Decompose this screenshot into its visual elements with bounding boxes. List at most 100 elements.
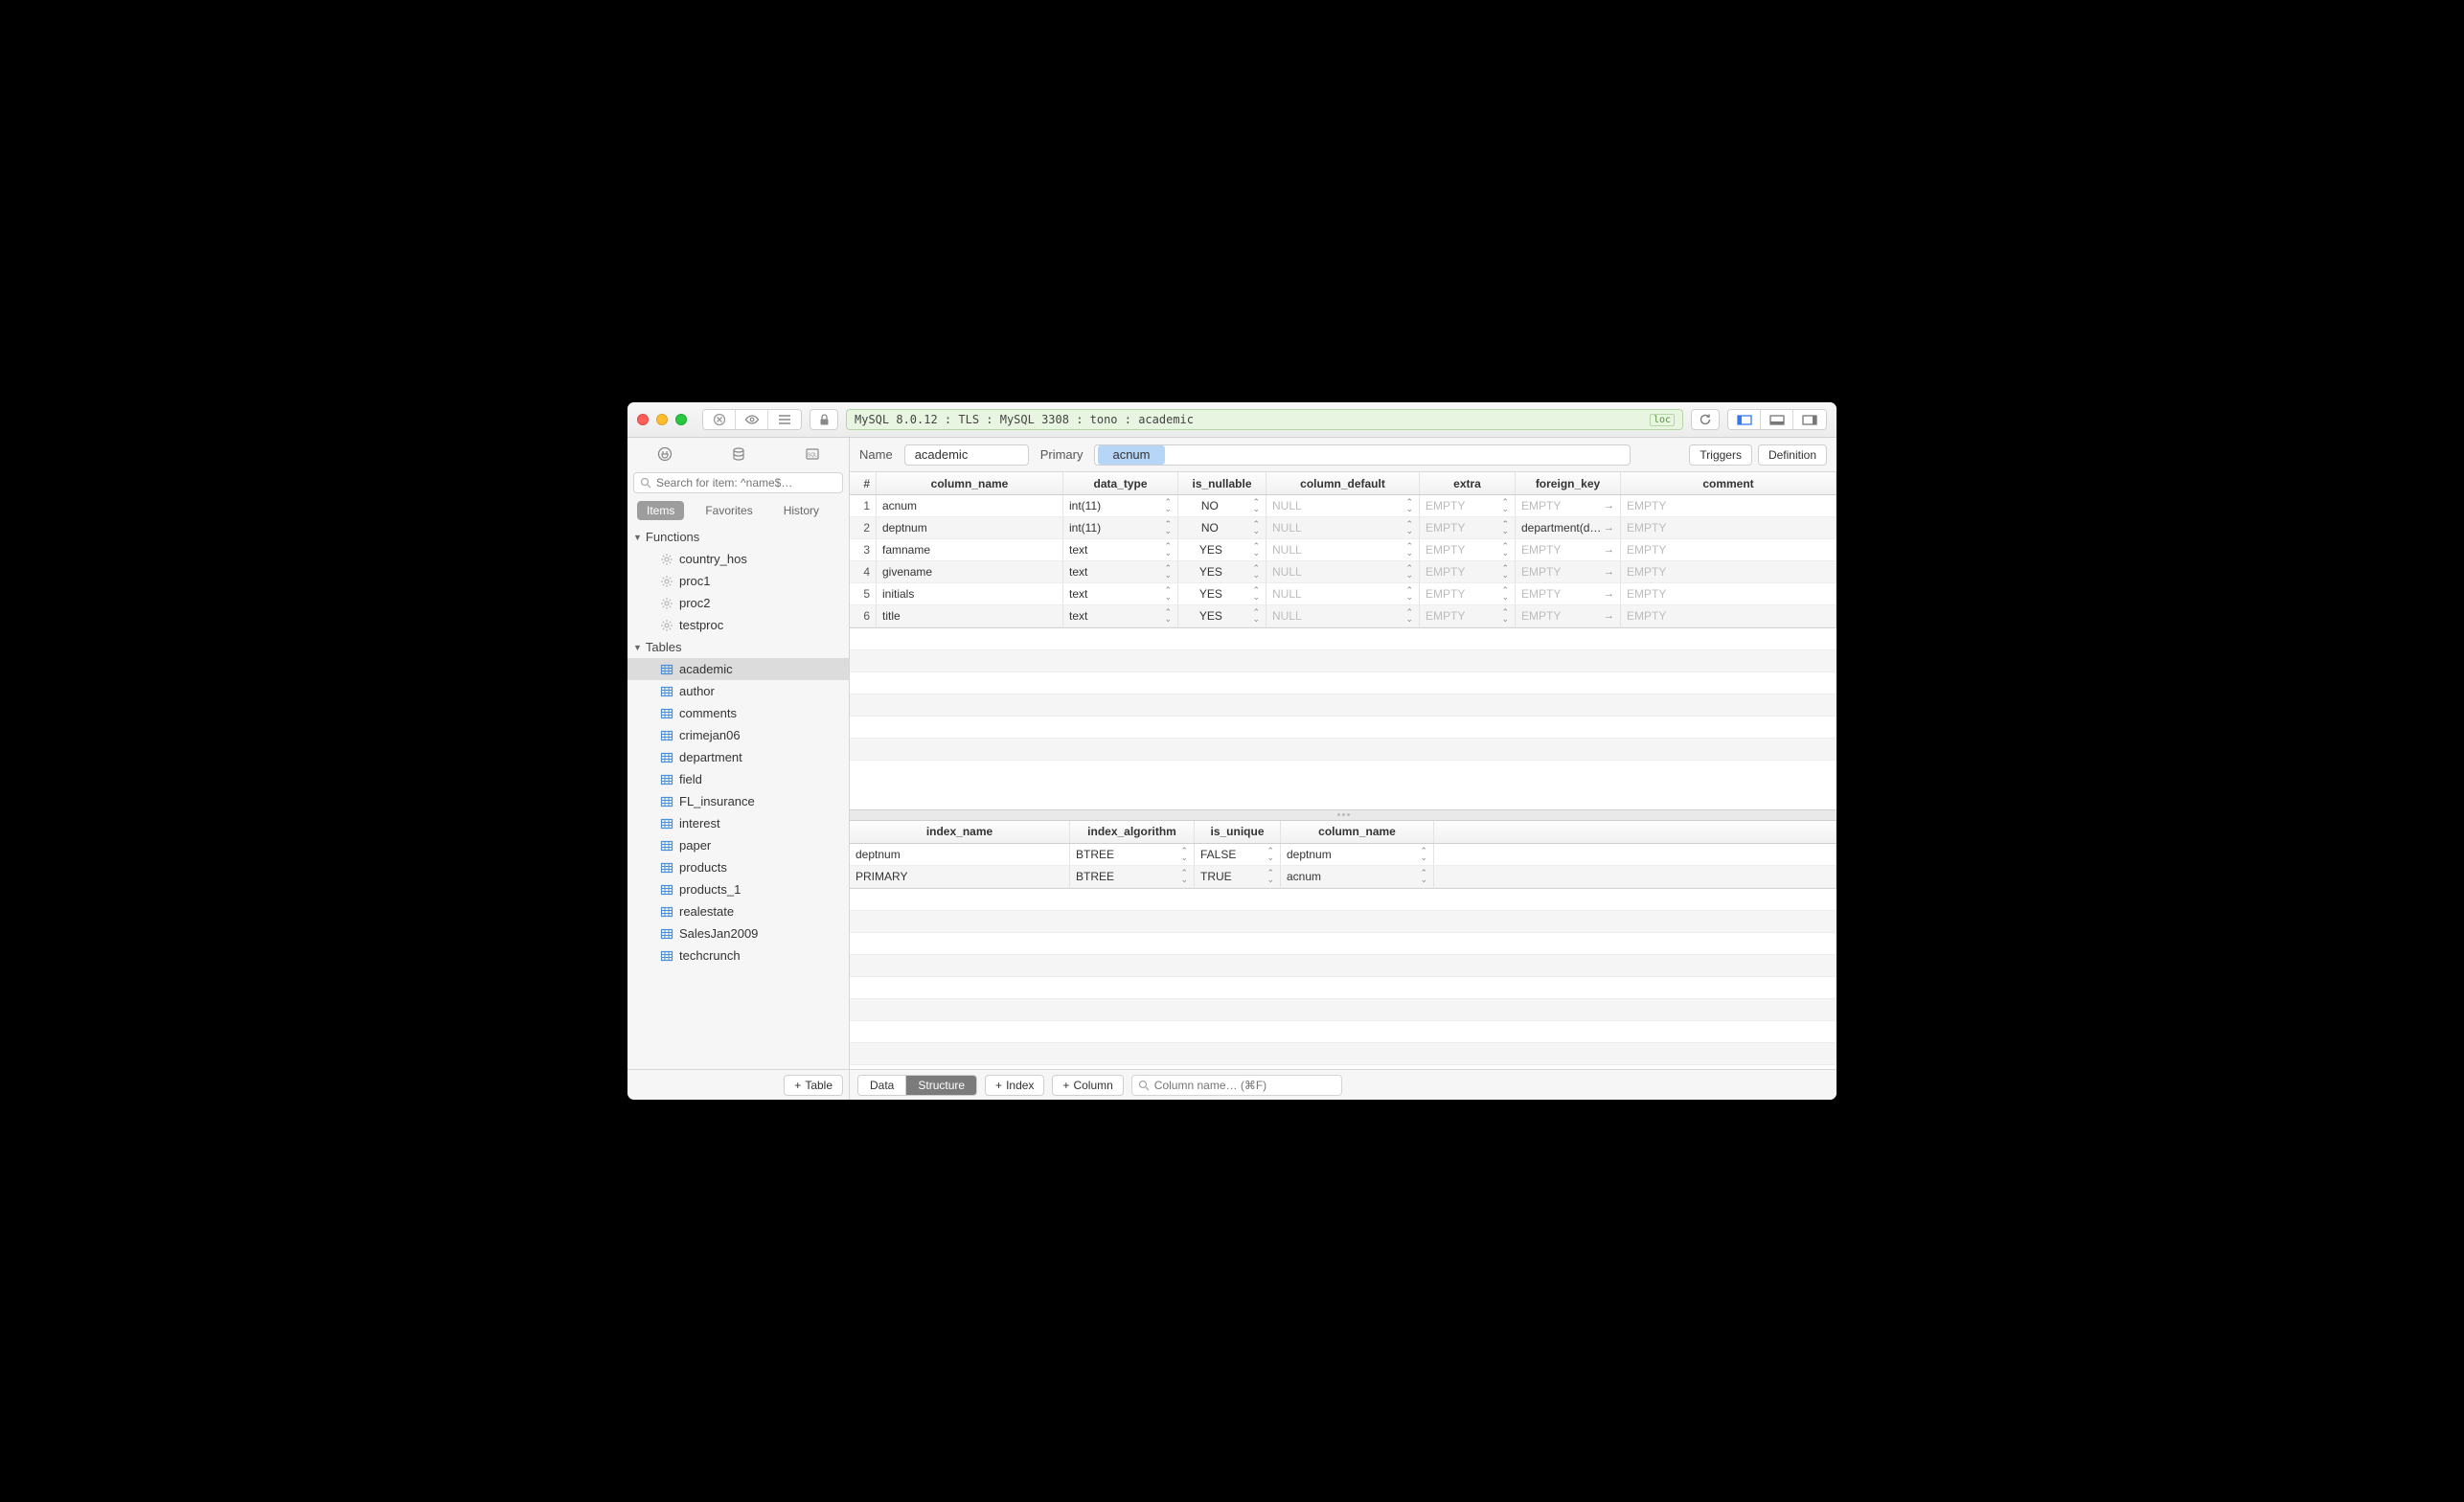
- tree-header-functions[interactable]: ▼Functions: [627, 526, 849, 548]
- header-is-unique[interactable]: is_unique: [1195, 821, 1281, 843]
- header-nullable[interactable]: is_nullable: [1178, 472, 1266, 494]
- stepper-icon[interactable]: ⌃⌄: [1164, 499, 1172, 512]
- header-comment[interactable]: comment: [1621, 472, 1837, 494]
- reload-button[interactable]: [1691, 409, 1720, 430]
- primary-key-field[interactable]: acnum: [1094, 444, 1631, 466]
- stepper-icon[interactable]: ⌃⌄: [1252, 587, 1260, 601]
- minimize-window[interactable]: [656, 414, 668, 425]
- stepper-icon[interactable]: ⌃⌄: [1405, 543, 1413, 557]
- sidebar-item-table[interactable]: realestate: [627, 900, 849, 922]
- stepper-icon[interactable]: ⌃⌄: [1164, 565, 1172, 579]
- sidebar-item-function[interactable]: proc1: [627, 570, 849, 592]
- stepper-icon[interactable]: ⌃⌄: [1405, 587, 1413, 601]
- stepper-icon[interactable]: ⌃⌄: [1501, 587, 1509, 601]
- stepper-icon[interactable]: ⌃⌄: [1501, 521, 1509, 535]
- sidebar-item-table[interactable]: paper: [627, 834, 849, 856]
- stepper-icon[interactable]: ⌃⌄: [1405, 499, 1413, 512]
- sidebar-item-table[interactable]: author: [627, 680, 849, 702]
- connection-status[interactable]: MySQL 8.0.12 : TLS : MySQL 3308 : tono :…: [846, 409, 1683, 430]
- stepper-icon[interactable]: ⌃⌄: [1252, 609, 1260, 623]
- stepper-icon[interactable]: ⌃⌄: [1180, 848, 1188, 861]
- arrow-right-icon[interactable]: →: [1604, 588, 1614, 600]
- header-default[interactable]: column_default: [1266, 472, 1420, 494]
- sql-icon[interactable]: SQL: [802, 444, 823, 465]
- stepper-icon[interactable]: ⌃⌄: [1252, 499, 1260, 512]
- lock-icon[interactable]: [810, 409, 838, 430]
- sidebar-item-function[interactable]: testproc: [627, 614, 849, 636]
- split-divider[interactable]: [850, 809, 1837, 821]
- sidebar-search[interactable]: [633, 472, 843, 493]
- stepper-icon[interactable]: ⌃⌄: [1252, 521, 1260, 535]
- index-row[interactable]: PRIMARY BTREE⌃⌄ TRUE⌃⌄ acnum⌃⌄: [850, 866, 1837, 888]
- arrow-right-icon[interactable]: →: [1604, 522, 1614, 534]
- layout-bottom-icon[interactable]: [1761, 410, 1793, 429]
- stepper-icon[interactable]: ⌃⌄: [1164, 543, 1172, 557]
- sidebar-item-table[interactable]: products: [627, 856, 849, 878]
- sidebar-item-table[interactable]: comments: [627, 702, 849, 724]
- stepper-icon[interactable]: ⌃⌄: [1420, 848, 1427, 861]
- stepper-icon[interactable]: ⌃⌄: [1164, 587, 1172, 601]
- sidebar-item-table[interactable]: crimejan06: [627, 724, 849, 746]
- sidebar-item-function[interactable]: country_hos: [627, 548, 849, 570]
- stepper-icon[interactable]: ⌃⌄: [1501, 609, 1509, 623]
- stepper-icon[interactable]: ⌃⌄: [1501, 565, 1509, 579]
- stepper-icon[interactable]: ⌃⌄: [1405, 565, 1413, 579]
- sidebar-item-table[interactable]: academic: [627, 658, 849, 680]
- cancel-icon[interactable]: [703, 410, 736, 429]
- header-data-type[interactable]: data_type: [1063, 472, 1178, 494]
- add-column-button[interactable]: +Column: [1052, 1075, 1123, 1096]
- header-index-column[interactable]: column_name: [1281, 821, 1434, 843]
- header-extra[interactable]: extra: [1420, 472, 1516, 494]
- tree-header-tables[interactable]: ▼Tables: [627, 636, 849, 658]
- stepper-icon[interactable]: ⌃⌄: [1405, 609, 1413, 623]
- sidebar-item-function[interactable]: proc2: [627, 592, 849, 614]
- column-row[interactable]: 5 initials text⌃⌄ YES⌃⌄ NULL⌃⌄ EMPTY⌃⌄ E…: [850, 583, 1837, 605]
- sidebar-item-table[interactable]: FL_insurance: [627, 790, 849, 812]
- sidebar-item-table[interactable]: interest: [627, 812, 849, 834]
- add-table-button[interactable]: +Table: [784, 1075, 843, 1096]
- arrow-right-icon[interactable]: →: [1604, 544, 1614, 556]
- segment-items[interactable]: Items: [637, 501, 684, 520]
- eye-icon[interactable]: [736, 410, 768, 429]
- tab-data[interactable]: Data: [858, 1076, 906, 1095]
- triggers-button[interactable]: Triggers: [1689, 444, 1752, 466]
- stepper-icon[interactable]: ⌃⌄: [1164, 521, 1172, 535]
- stepper-icon[interactable]: ⌃⌄: [1420, 870, 1427, 883]
- name-field[interactable]: academic: [904, 444, 1029, 466]
- arrow-right-icon[interactable]: →: [1604, 566, 1614, 578]
- header-column-name[interactable]: column_name: [877, 472, 1063, 494]
- sidebar-item-table[interactable]: department: [627, 746, 849, 768]
- sidebar-item-table[interactable]: techcrunch: [627, 944, 849, 967]
- list-icon[interactable]: [768, 410, 801, 429]
- column-row[interactable]: 3 famname text⌃⌄ YES⌃⌄ NULL⌃⌄ EMPTY⌃⌄ EM…: [850, 539, 1837, 561]
- header-index-alg[interactable]: index_algorithm: [1070, 821, 1195, 843]
- close-window[interactable]: [637, 414, 649, 425]
- stepper-icon[interactable]: ⌃⌄: [1180, 870, 1188, 883]
- stepper-icon[interactable]: ⌃⌄: [1164, 609, 1172, 623]
- sidebar-item-table[interactable]: products_1: [627, 878, 849, 900]
- plug-icon[interactable]: [654, 444, 675, 465]
- segment-history[interactable]: History: [774, 501, 829, 520]
- header-num[interactable]: #: [850, 472, 877, 494]
- arrow-right-icon[interactable]: →: [1604, 610, 1614, 622]
- arrow-right-icon[interactable]: →: [1604, 500, 1614, 512]
- zoom-window[interactable]: [675, 414, 687, 425]
- column-row[interactable]: 6 title text⌃⌄ YES⌃⌄ NULL⌃⌄ EMPTY⌃⌄ EMPT…: [850, 605, 1837, 627]
- stepper-icon[interactable]: ⌃⌄: [1266, 870, 1274, 883]
- sidebar-search-input[interactable]: [656, 476, 836, 489]
- sidebar-item-table[interactable]: field: [627, 768, 849, 790]
- index-row[interactable]: deptnum BTREE⌃⌄ FALSE⌃⌄ deptnum⌃⌄: [850, 844, 1837, 866]
- tab-structure[interactable]: Structure: [906, 1076, 976, 1095]
- layout-sidebar-icon[interactable]: [1728, 410, 1761, 429]
- column-filter-input[interactable]: [1154, 1079, 1335, 1092]
- definition-button[interactable]: Definition: [1758, 444, 1827, 466]
- add-index-button[interactable]: +Index: [985, 1075, 1044, 1096]
- sidebar-item-table[interactable]: SalesJan2009: [627, 922, 849, 944]
- stepper-icon[interactable]: ⌃⌄: [1501, 543, 1509, 557]
- layout-right-icon[interactable]: [1793, 410, 1826, 429]
- database-icon[interactable]: [728, 444, 749, 465]
- column-row[interactable]: 1 acnum int(11)⌃⌄ NO⌃⌄ NULL⌃⌄ EMPTY⌃⌄ EM…: [850, 495, 1837, 517]
- stepper-icon[interactable]: ⌃⌄: [1252, 543, 1260, 557]
- stepper-icon[interactable]: ⌃⌄: [1501, 499, 1509, 512]
- column-row[interactable]: 4 givename text⌃⌄ YES⌃⌄ NULL⌃⌄ EMPTY⌃⌄ E…: [850, 561, 1837, 583]
